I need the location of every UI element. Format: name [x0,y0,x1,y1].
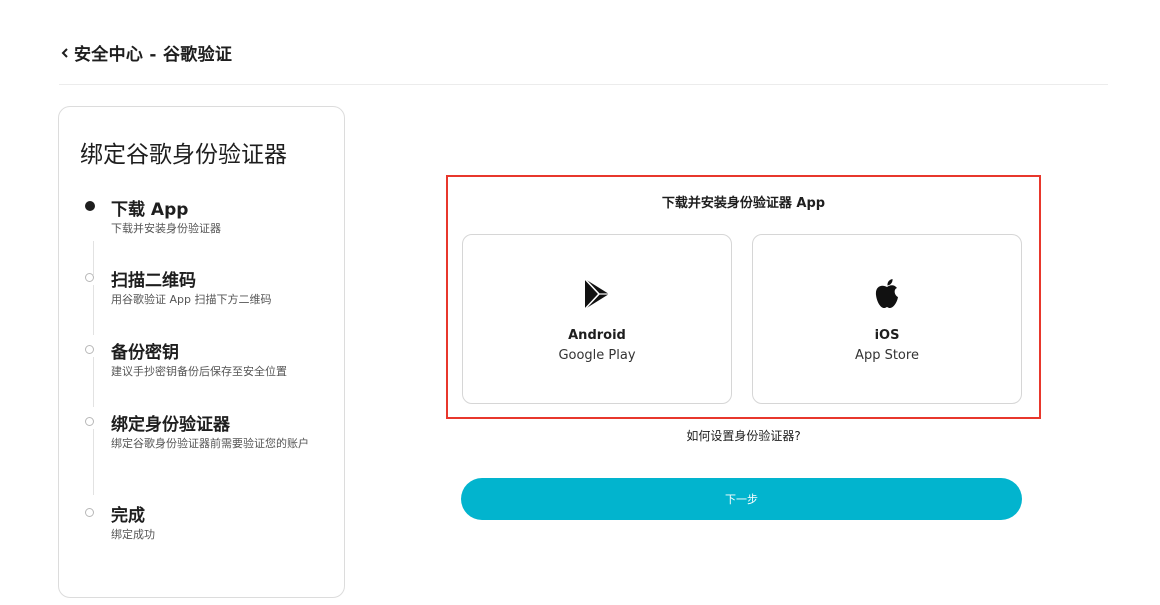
app-store-label: App Store [855,348,919,363]
android-label: Android [568,328,626,343]
step-connector [93,357,94,407]
step-connector [93,241,94,275]
google-play-icon [584,278,609,310]
step-name: 绑定身份验证器 [111,415,230,435]
step-connector [93,285,94,335]
android-download-card[interactable]: Android Google Play [462,234,732,404]
steps-title: 绑定谷歌身份验证器 [80,142,287,168]
setup-help-link[interactable]: 如何设置身份验证器? [446,427,1041,444]
next-step-button[interactable]: 下一步 [461,478,1022,520]
step-pending-dot [85,345,94,354]
ios-label: iOS [874,328,900,343]
step-name: 扫描二维码 [111,271,196,291]
download-panel: 下载并安装身份验证器 App Android Google Play iOS A… [446,175,1041,419]
steps-panel: 绑定谷歌身份验证器 下载 App 下载并安装身份验证器 扫描二维码 用谷歌验证 … [58,106,345,598]
step-description: 绑定成功 [111,528,155,541]
google-play-label: Google Play [558,348,636,363]
ios-download-card[interactable]: iOS App Store [752,234,1022,404]
step-name: 完成 [111,506,145,526]
step-name: 下载 App [111,200,189,220]
step-connector [93,429,94,495]
step-pending-dot [85,417,94,426]
apple-icon [875,279,898,308]
chevron-left-icon[interactable] [59,45,72,61]
step-pending-dot [85,273,94,282]
step-pending-dot [85,508,94,517]
step-description: 用谷歌验证 App 扫描下方二维码 [111,293,272,306]
step-active-dot [85,201,95,211]
header-divider [59,84,1108,85]
page-title: 安全中心 - 谷歌验证 [74,45,233,65]
back-header[interactable]: 安全中心 - 谷歌验证 [59,40,232,65]
step-name: 备份密钥 [111,343,179,363]
step-description: 绑定谷歌身份验证器前需要验证您的账户 [111,437,309,450]
step-description: 下载并安装身份验证器 [111,222,221,235]
step-description: 建议手抄密钥备份后保存至安全位置 [111,365,287,378]
download-title: 下载并安装身份验证器 App [661,196,826,211]
